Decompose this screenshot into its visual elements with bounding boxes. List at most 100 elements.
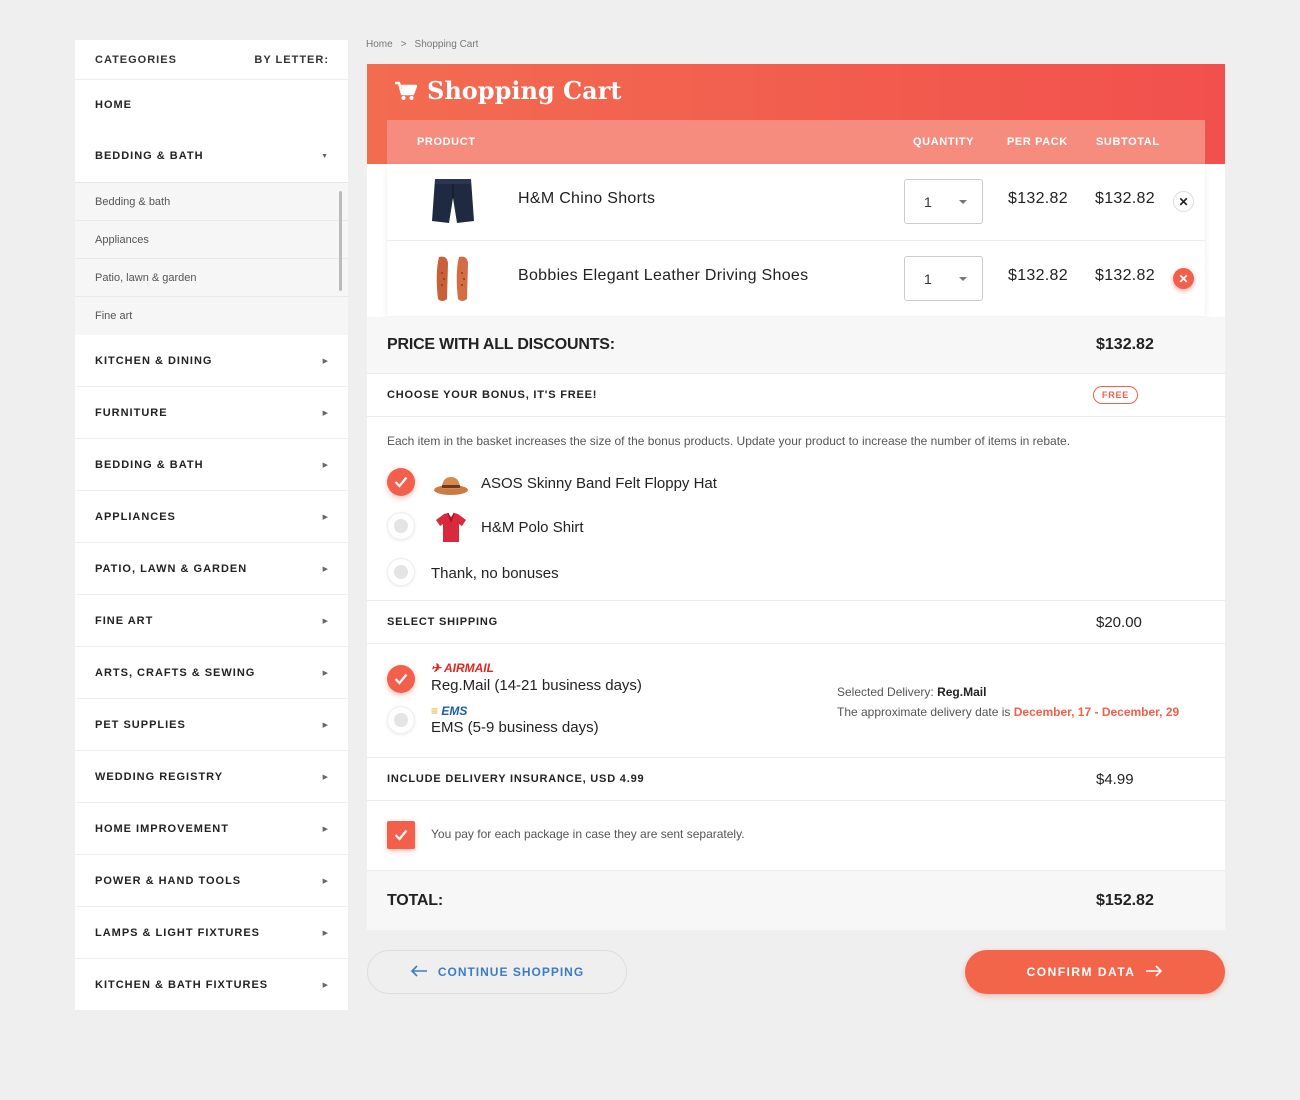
total-label: TOTAL: [387, 891, 443, 909]
submenu-item[interactable]: Appliances [75, 221, 348, 259]
total-value: $152.82 [1096, 891, 1154, 909]
quantity-value: 1 [924, 270, 932, 287]
chevron-right-icon: ▶ [322, 721, 328, 729]
selected-delivery-label: Selected Delivery: [837, 685, 934, 699]
sidebar-item-label: BEDDING & BATH [95, 458, 204, 471]
subtotal-price: $132.82 [1095, 190, 1155, 207]
sidebar-item-category[interactable]: PATIO, LAWN & GARDEN ▶ [75, 543, 348, 595]
col-quantity: QUANTITY [913, 136, 975, 148]
sidebar-item-label: APPLIANCES [95, 510, 176, 523]
sidebar-item-label: KITCHEN & DINING [95, 354, 213, 367]
continue-shopping-button[interactable]: CONTINUE SHOPPING [367, 950, 627, 994]
chevron-right-icon: ▶ [322, 617, 328, 625]
sidebar-item-category[interactable]: APPLIANCES ▶ [75, 491, 348, 543]
sidebar-item-category[interactable]: KITCHEN & BATH FIXTURES ▶ [75, 959, 348, 1011]
bonus-radio-hat[interactable] [387, 468, 415, 496]
check-icon [394, 476, 408, 488]
table-row: H&M Chino Shorts 1 $132.82 $132.82 ✕ [387, 164, 1205, 240]
per-pack-price: $132.82 [1008, 267, 1068, 284]
chevron-right-icon: ▶ [322, 513, 328, 521]
shorts-image [432, 179, 474, 223]
sidebar-item-category[interactable]: FURNITURE ▶ [75, 387, 348, 439]
breadcrumb-current: Shopping Cart [414, 39, 479, 50]
sidebar-item-category[interactable]: WEDDING REGISTRY ▶ [75, 751, 348, 803]
chevron-right-icon: ▶ [322, 929, 328, 937]
table-header: PRODUCT QUANTITY PER PACK SUBTOTAL [387, 120, 1205, 164]
ems-text: EMS [441, 704, 468, 718]
by-letter-link[interactable]: BY LETTER: [254, 54, 329, 66]
confirm-data-label: CONFIRM DATA [1026, 965, 1136, 979]
sidebar-item-category[interactable]: ARTS, CRAFTS & SEWING ▶ [75, 647, 348, 699]
sidebar-submenu: Bedding & bath Appliances Patio, lawn & … [75, 183, 348, 335]
bonus-note: Each item in the basket increases the si… [387, 434, 1071, 448]
delivery-dates: The approximate delivery date is Decembe… [837, 705, 1179, 719]
insurance-option: You pay for each package in case they ar… [367, 801, 1225, 871]
sidebar-item-category[interactable]: FINE ART ▶ [75, 595, 348, 647]
free-badge: FREE [1093, 386, 1138, 404]
col-subtotal: SUBTOTAL [1096, 136, 1160, 148]
cart-title: Shopping Cart [395, 76, 621, 105]
sidebar-item-bedding-bath-open[interactable]: BEDDING & BATH ▼ [75, 130, 348, 183]
remove-item-button[interactable]: ✕ [1173, 191, 1194, 212]
insurance-label: INCLUDE DELIVERY INSURANCE, USD 4.99 [387, 773, 645, 785]
bonus-option-label: ASOS Skinny Band Felt Floppy Hat [481, 475, 717, 492]
selected-delivery-value: Reg.Mail [937, 685, 987, 699]
chevron-right-icon: ▶ [322, 357, 328, 365]
chevron-right-icon: ▶ [322, 669, 328, 677]
ems-logo: ≡ EMS [431, 704, 467, 718]
caret-down-icon [959, 277, 967, 281]
discount-label: PRICE WITH ALL DISCOUNTS: [387, 336, 615, 353]
sidebar-item-label: FINE ART [95, 614, 154, 627]
bonus-label: CHOOSE YOUR BONUS, IT'S FREE! [387, 389, 598, 401]
confirm-data-button[interactable]: CONFIRM DATA [965, 950, 1225, 994]
cart-panel: Shopping Cart PRODUCT QUANTITY PER PACK … [367, 64, 1225, 930]
bonus-radio-polo[interactable] [387, 512, 415, 540]
bonus-radio-none[interactable] [387, 558, 415, 586]
sidebar-item-label: LAMPS & LIGHT FIXTURES [95, 926, 260, 939]
quantity-value: 1 [924, 193, 932, 210]
hat-image [434, 477, 468, 495]
sidebar-item-category[interactable]: KITCHEN & DINING ▶ [75, 335, 348, 387]
delivery-dates-value: December, 17 - December, 29 [1013, 705, 1180, 719]
sidebar-item-label: HOME [95, 99, 132, 111]
remove-item-button[interactable]: ✕ [1173, 268, 1194, 289]
shipping-option-label: Reg.Mail (14-21 business days) [431, 677, 642, 694]
caret-down-icon: ▼ [321, 152, 328, 160]
insurance-heading-row: INCLUDE DELIVERY INSURANCE, USD 4.99 $4.… [367, 758, 1225, 801]
cart-icon [395, 81, 417, 100]
shipping-options: ✈ AIRMAIL Reg.Mail (14-21 business days)… [367, 644, 1225, 758]
submenu-item[interactable]: Patio, lawn & garden [75, 259, 348, 297]
sidebar-item-category[interactable]: BEDDING & BATH ▶ [75, 439, 348, 491]
sidebar-header: CATEGORIES BY LETTER: [75, 40, 348, 80]
insurance-checkbox[interactable] [387, 821, 415, 849]
bonus-option-label: Thank, no bonuses [431, 565, 559, 582]
arrow-right-icon [1145, 964, 1163, 980]
shipping-radio-ems[interactable] [387, 706, 415, 734]
continue-shopping-label: CONTINUE SHOPPING [437, 965, 585, 979]
shipping-heading-row: SELECT SHIPPING $20.00 [367, 601, 1225, 644]
breadcrumb: Home > Shopping Cart [366, 39, 478, 50]
sidebar-item-label: BEDDING & BATH [95, 150, 204, 162]
categories-heading: CATEGORIES [95, 53, 177, 66]
shoes-image [436, 256, 468, 301]
sidebar-item-label: POWER & HAND TOOLS [95, 874, 242, 887]
sidebar-item-label: ARTS, CRAFTS & SEWING [95, 666, 256, 679]
discount-row: PRICE WITH ALL DISCOUNTS: $132.82 [367, 317, 1225, 374]
quantity-select[interactable]: 1 [904, 179, 983, 224]
sidebar-item-category[interactable]: PET SUPPLIES ▶ [75, 699, 348, 751]
breadcrumb-home-link[interactable]: Home [366, 39, 393, 50]
sidebar-item-category[interactable]: HOME IMPROVEMENT ▶ [75, 803, 348, 855]
product-name: H&M Chino Shorts [518, 190, 656, 207]
submenu-item[interactable]: Bedding & bath [75, 183, 348, 221]
check-icon [394, 673, 408, 685]
submenu-item[interactable]: Fine art [75, 297, 348, 335]
sidebar-item-category[interactable]: POWER & HAND TOOLS ▶ [75, 855, 348, 907]
submenu-scrollbar[interactable] [339, 191, 342, 291]
quantity-select[interactable]: 1 [904, 256, 983, 301]
shipping-option-label: EMS (5-9 business days) [431, 719, 599, 736]
sidebar-item-home[interactable]: HOME [75, 80, 348, 130]
airplane-icon: ✈ [431, 661, 442, 675]
sidebar-item-category[interactable]: LAMPS & LIGHT FIXTURES ▶ [75, 907, 348, 959]
insurance-value: $4.99 [1096, 770, 1134, 788]
shipping-radio-airmail[interactable] [387, 665, 415, 693]
